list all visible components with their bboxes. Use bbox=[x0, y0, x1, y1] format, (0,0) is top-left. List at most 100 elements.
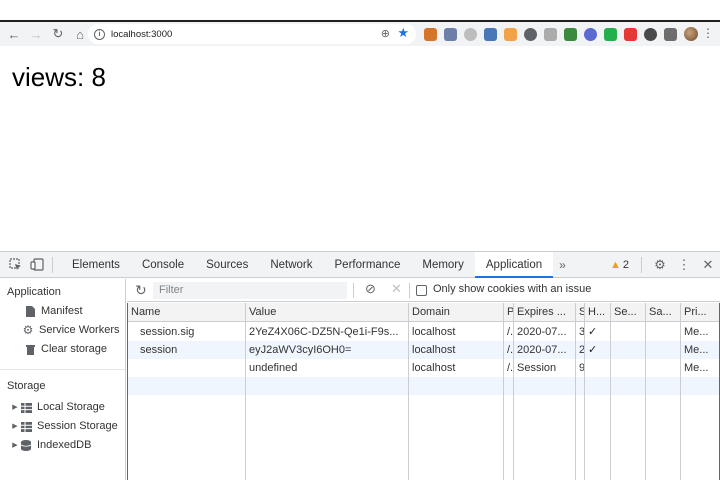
expand-triangle-icon[interactable]: ▶ bbox=[10, 417, 20, 436]
extension-icon[interactable] bbox=[423, 27, 437, 41]
table-cell bbox=[611, 323, 646, 341]
extension-icon[interactable] bbox=[443, 27, 457, 41]
extension-icon[interactable] bbox=[663, 27, 677, 41]
url-text: localhost:3000 bbox=[111, 28, 173, 40]
tab-sources[interactable]: Sources bbox=[195, 252, 259, 278]
cookies-toolbar: ↻ Filter ⊘ ✕ Only show cookies with an i… bbox=[127, 279, 720, 302]
extension-icon[interactable] bbox=[583, 27, 597, 41]
table-row[interactable]: session.sig 2YeZ4X06C-DZ5N-Qe1i-F9s... loc… bbox=[128, 323, 719, 341]
table-row[interactable]: session eyJ2aWV3cyI6OH0= localhost/. 2020-0… bbox=[128, 341, 719, 359]
column-header[interactable]: Expires ... bbox=[514, 303, 576, 321]
table-cell bbox=[646, 359, 681, 377]
reload-button[interactable]: ↻ bbox=[48, 24, 68, 44]
tab-console[interactable]: Console bbox=[131, 252, 195, 278]
inspect-element-icon[interactable] bbox=[8, 258, 22, 272]
tab-performance[interactable]: Performance bbox=[324, 252, 412, 278]
table-cell bbox=[611, 341, 646, 359]
toolbar-divider bbox=[353, 283, 354, 298]
tab-application[interactable]: Application bbox=[474, 251, 554, 278]
extension-icon[interactable] bbox=[603, 27, 617, 41]
cookies-table: NameValueDomainPExpires ...SH...Se...Sa.… bbox=[127, 303, 720, 480]
sidebar-item-clear-storage[interactable]: Clear storage bbox=[0, 340, 125, 359]
column-header[interactable]: Pri... bbox=[681, 303, 719, 321]
more-tabs-icon[interactable]: » bbox=[553, 258, 572, 272]
address-bar[interactable]: i localhost:3000 ⊕ ★ bbox=[88, 24, 416, 44]
sidebar-item-session-storage[interactable]: ▶ Session Storage bbox=[0, 417, 125, 436]
table-cell: Me... bbox=[684, 326, 709, 338]
zoom-icon[interactable]: ⊕ bbox=[381, 27, 390, 40]
sidebar-divider bbox=[0, 369, 125, 370]
sidebar-item-label: Local Storage bbox=[37, 401, 105, 413]
expand-triangle-icon[interactable]: ▶ bbox=[10, 398, 20, 417]
expand-triangle-icon[interactable]: ▶ bbox=[10, 436, 20, 455]
column-header[interactable]: H... bbox=[585, 303, 611, 321]
filter-input[interactable]: Filter bbox=[153, 282, 347, 299]
extension-icon[interactable] bbox=[503, 27, 517, 41]
cookies-panel: ↻ Filter ⊘ ✕ Only show cookies with an i… bbox=[127, 279, 720, 480]
table-cell bbox=[585, 359, 611, 377]
grid-storage-icon bbox=[20, 421, 32, 433]
extension-icon[interactable] bbox=[463, 27, 477, 41]
extension-icon[interactable] bbox=[543, 27, 557, 41]
table-cell: undefined bbox=[249, 362, 298, 374]
profile-avatar[interactable] bbox=[684, 27, 698, 41]
refresh-icon[interactable]: ↻ bbox=[135, 282, 151, 299]
trash-icon bbox=[24, 344, 36, 356]
bookmark-star-icon[interactable]: ★ bbox=[397, 25, 409, 41]
column-divider bbox=[680, 303, 681, 480]
settings-gear-icon[interactable]: ⚙ bbox=[648, 257, 672, 273]
device-toolbar-icon[interactable] bbox=[30, 258, 44, 272]
sidebar-item-label: IndexedDB bbox=[37, 439, 92, 451]
sidebar-item-service-workers[interactable]: ⚙ Service Workers bbox=[0, 321, 125, 340]
sidebar-item-local-storage[interactable]: ▶ Local Storage bbox=[0, 398, 125, 417]
extension-icon[interactable] bbox=[563, 27, 577, 41]
column-header[interactable]: Domain bbox=[409, 303, 504, 321]
extension-icon[interactable] bbox=[483, 27, 497, 41]
only-issues-checkbox[interactable] bbox=[416, 285, 427, 296]
column-header[interactable]: Sa... bbox=[646, 303, 681, 321]
table-cell: ✓ bbox=[588, 326, 598, 338]
sidebar-item-manifest[interactable]: Manifest bbox=[0, 302, 125, 321]
devtools-tab-list: Elements Console Sources Network Performance… bbox=[61, 251, 554, 278]
sidebar-section-storage: Storage bbox=[7, 380, 46, 392]
tab-elements[interactable]: Elements bbox=[61, 252, 131, 278]
extensions-bar bbox=[420, 24, 702, 44]
devtools-tabbar: Elements Console Sources Network Performance… bbox=[0, 251, 720, 278]
table-cell: session.sig bbox=[140, 326, 195, 338]
extension-icon[interactable] bbox=[523, 27, 537, 41]
clear-all-cookies-icon[interactable]: ⊘ bbox=[365, 281, 376, 297]
table-cell bbox=[646, 323, 681, 341]
only-issues-label[interactable]: Only show cookies with an issue bbox=[433, 283, 591, 295]
table-cell: session bbox=[140, 344, 178, 356]
extension-icon[interactable] bbox=[623, 27, 637, 41]
tabbar-divider bbox=[52, 256, 53, 273]
sidebar-item-label: Manifest bbox=[41, 305, 83, 317]
browser-menu-icon[interactable]: ⋮ bbox=[702, 26, 714, 40]
site-info-icon[interactable]: i bbox=[94, 28, 105, 40]
close-devtools-icon[interactable]: ✕ bbox=[696, 257, 720, 273]
devtools-menu-icon[interactable]: ⋮ bbox=[672, 257, 696, 273]
table-row[interactable]: undefined localhost/. Session 9 Me... bbox=[128, 359, 719, 377]
home-button[interactable]: ⌂ bbox=[70, 24, 90, 44]
sidebar-item-indexeddb[interactable]: ▶ IndexedDB bbox=[0, 436, 125, 455]
table-cell: ✓ bbox=[588, 344, 598, 356]
tab-memory[interactable]: Memory bbox=[411, 252, 475, 278]
forward-button[interactable]: → bbox=[26, 24, 46, 44]
extension-icon[interactable] bbox=[643, 27, 657, 41]
column-header[interactable]: Value bbox=[246, 303, 409, 321]
column-header[interactable]: Se... bbox=[611, 303, 646, 321]
table-cell bbox=[646, 341, 681, 359]
back-button[interactable]: ← bbox=[4, 24, 24, 44]
document-icon bbox=[24, 306, 36, 318]
table-row-empty bbox=[128, 377, 719, 395]
gear-icon: ⚙ bbox=[22, 323, 34, 337]
warnings-badge[interactable]: ▲ 2 bbox=[610, 259, 629, 271]
table-cell: Me... bbox=[684, 344, 709, 356]
table-cell: localhost bbox=[412, 344, 456, 356]
delete-selected-icon[interactable]: ✕ bbox=[391, 281, 402, 297]
warnings-count: 2 bbox=[622, 259, 629, 271]
database-icon bbox=[20, 440, 32, 452]
tab-network[interactable]: Network bbox=[259, 252, 323, 278]
toolbar-divider bbox=[409, 283, 410, 298]
column-header[interactable]: Name bbox=[128, 303, 246, 321]
